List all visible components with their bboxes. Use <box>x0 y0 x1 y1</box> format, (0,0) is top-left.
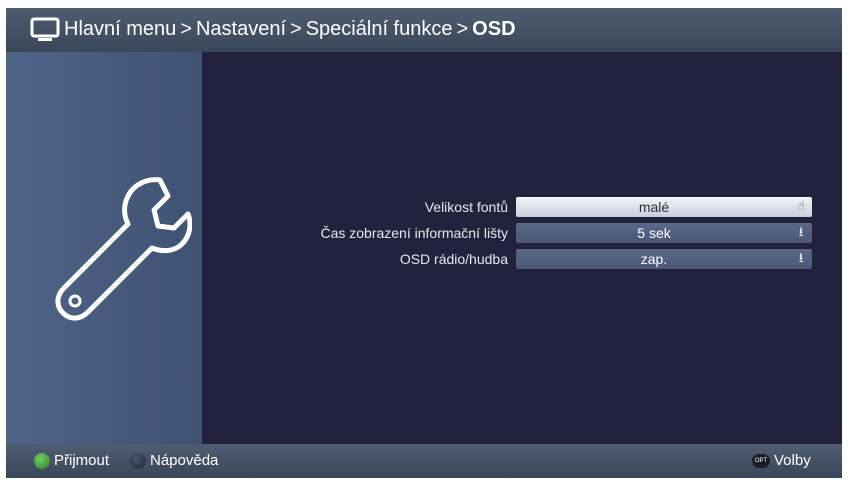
arrow-down-icon: ⭳ <box>798 250 804 265</box>
footer-bar: Přijmout Nápověda OPT Volby <box>6 444 842 478</box>
setting-label: Velikost fontů <box>424 199 508 215</box>
setting-value: zap. <box>640 251 668 267</box>
accept-label[interactable]: Přijmout <box>54 452 109 469</box>
breadcrumb-separator: > <box>456 18 469 40</box>
setting-row-font-size[interactable]: Velikost fontů malé ☝ <box>206 195 826 221</box>
breadcrumb-item-special-functions[interactable]: Speciální funkce <box>306 18 453 40</box>
breadcrumb-separator: > <box>180 18 192 40</box>
setting-value: 5 sek <box>637 225 671 241</box>
opt-button-icon[interactable]: OPT <box>752 454 770 468</box>
breadcrumb-item-main-menu[interactable]: Hlavní menu <box>64 18 176 40</box>
setting-label: OSD rádio/hudba <box>399 251 508 267</box>
options-label[interactable]: Volby <box>774 452 811 469</box>
setting-label: Čas zobrazení informační lišty <box>320 225 508 241</box>
breadcrumb-separator: > <box>290 18 302 40</box>
osd-screen: Hlavní menu > Nastavení > Speciální funkce > O… <box>6 8 842 478</box>
arrow-down-icon: ⭳ <box>798 224 804 239</box>
settings-list: Velikost fontů malé ☝ Čas zobrazení info… <box>206 195 826 273</box>
green-button-icon[interactable] <box>34 453 50 469</box>
help-label[interactable]: Nápověda <box>150 452 218 469</box>
setting-row-osd-radio[interactable]: OSD rádio/hudba zap. ⭳ <box>206 247 826 273</box>
header-bar: Hlavní menu > Nastavení > Speciální funkce > O… <box>6 8 842 52</box>
osd-radio-selector[interactable]: zap. ⭳ <box>516 249 812 269</box>
hand-pointer-icon: ☝ <box>797 198 805 213</box>
wrench-icon <box>55 177 192 321</box>
tv-icon <box>30 17 60 41</box>
breadcrumb-item-osd: OSD <box>472 18 516 40</box>
setting-value: malé <box>638 199 670 215</box>
font-size-selector[interactable]: malé ☝ <box>516 197 812 217</box>
breadcrumb-item-settings[interactable]: Nastavení <box>196 18 286 40</box>
info-bar-time-selector[interactable]: 5 sek ⭳ <box>516 223 812 243</box>
setting-row-info-bar-time[interactable]: Čas zobrazení informační lišty 5 sek ⭳ <box>206 221 826 247</box>
left-panel <box>6 52 202 444</box>
breadcrumb: Hlavní menu > Nastavení > Speciální funkce > O… <box>64 18 516 41</box>
help-button-icon[interactable] <box>130 453 146 469</box>
